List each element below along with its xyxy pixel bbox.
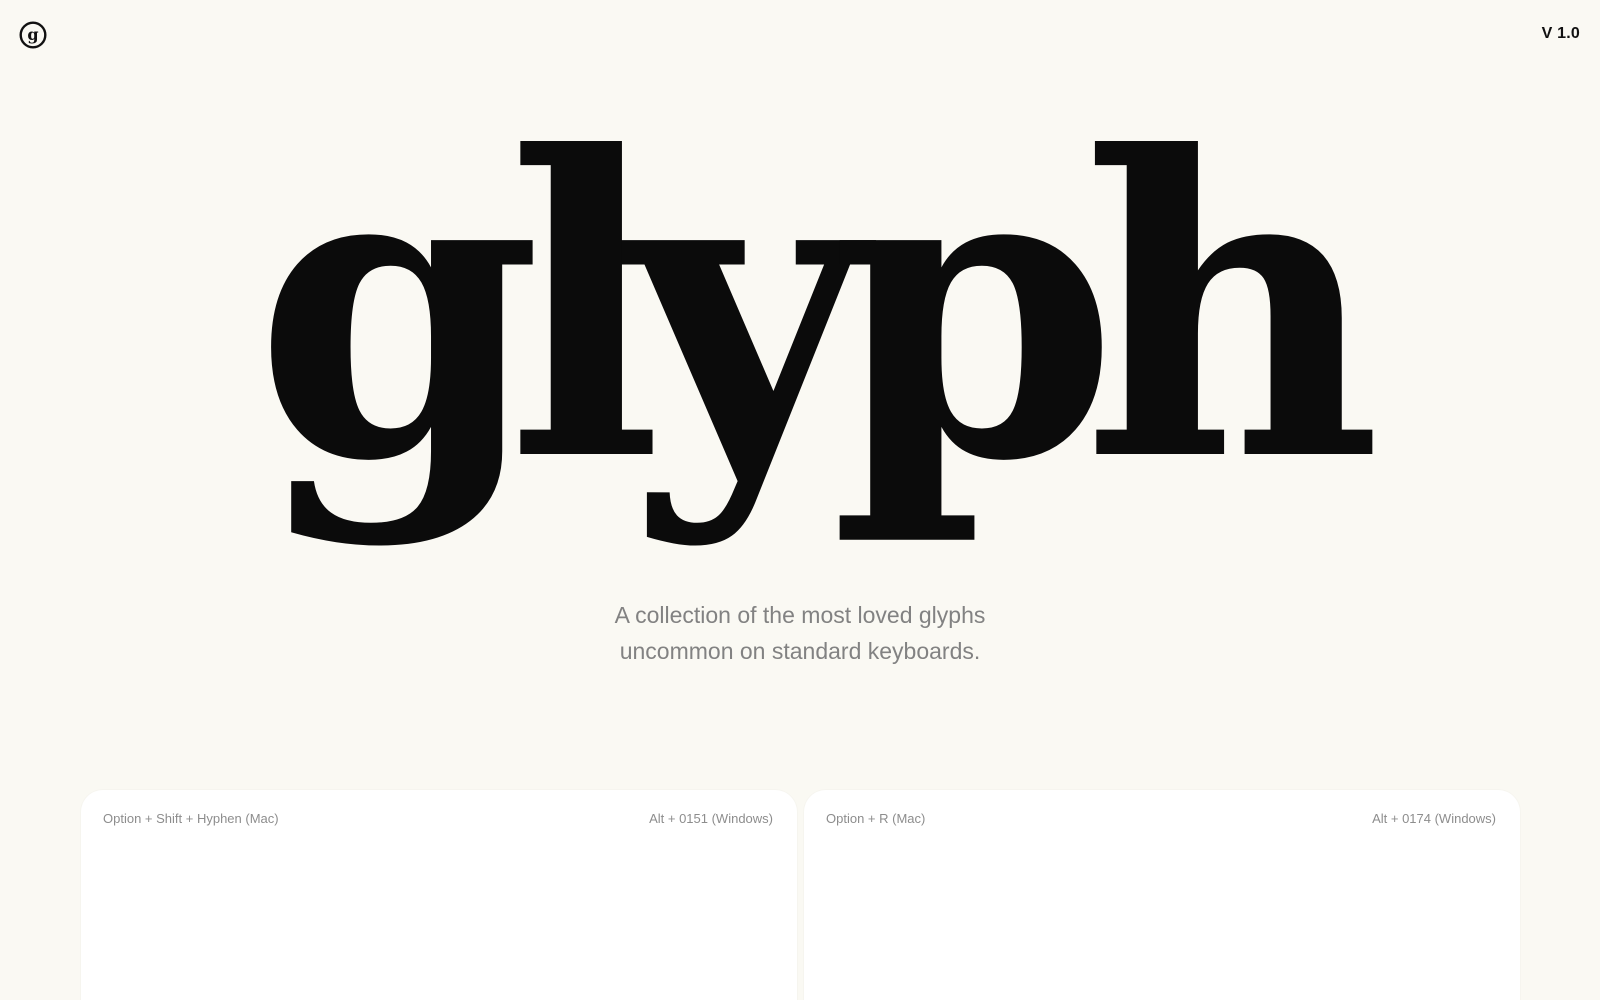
mac-shortcut-label: Option + Shift + Hyphen (Mac): [103, 811, 279, 826]
tagline-line-2: uncommon on standard keyboards.: [619, 638, 981, 664]
glyph-card-registered[interactable]: Option + R (Mac) Alt + 0174 (Windows): [804, 790, 1520, 1000]
page: g V 1.0 glyph A collection of the most l…: [0, 0, 1600, 1000]
windows-shortcut-label: Alt + 0151 (Windows): [649, 811, 773, 826]
hero-wordmark: glyph: [254, 68, 1382, 552]
g-circle-logo-icon[interactable]: g: [19, 21, 47, 49]
mac-shortcut-label: Option + R (Mac): [826, 811, 926, 826]
windows-shortcut-label: Alt + 0174 (Windows): [1372, 811, 1496, 826]
hero-tagline: A collection of the most loved glyphs un…: [0, 597, 1600, 669]
glyph-card-em-dash[interactable]: Option + Shift + Hyphen (Mac) Alt + 0151…: [81, 790, 797, 1000]
tagline-line-1: A collection of the most loved glyphs: [614, 602, 986, 628]
svg-text:g: g: [27, 25, 38, 44]
version-label[interactable]: V 1.0: [1542, 25, 1580, 43]
